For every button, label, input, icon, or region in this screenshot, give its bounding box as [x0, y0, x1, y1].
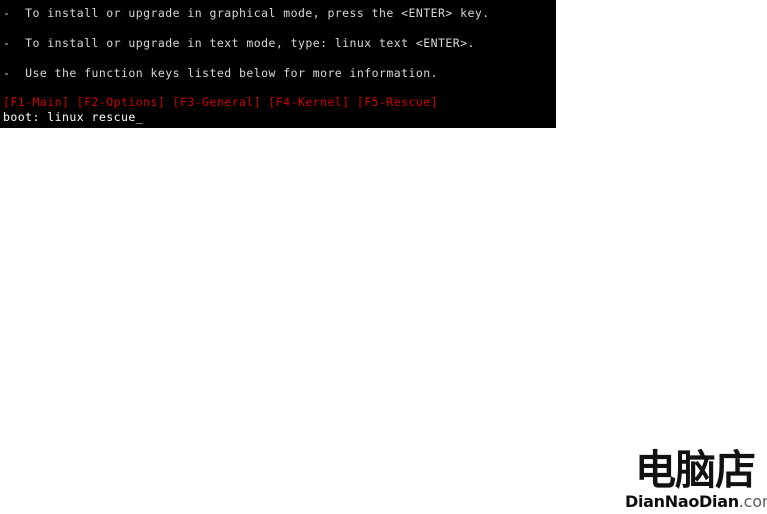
watermark-domain-tld: .com	[738, 492, 767, 511]
boot-option-function-keys-info: - Use the function keys listed below for…	[3, 66, 439, 80]
watermark-domain: DianNaoDian.com	[625, 492, 767, 511]
watermark-logo-text: 电脑店	[635, 446, 756, 494]
function-keys-bar[interactable]: [F1-Main] [F2-Options] [F3-General] [F4-…	[3, 96, 438, 109]
boot-option-graphical-mode: - To install or upgrade in graphical mod…	[3, 6, 490, 20]
watermark-domain-name: DianNaoDian	[625, 492, 739, 511]
site-watermark: 电脑店 DianNaoDian.com	[625, 446, 767, 511]
boot-prompt-line[interactable]: boot: linux rescue_	[3, 111, 143, 124]
boot-terminal-screen: - To install or upgrade in graphical mod…	[0, 0, 556, 128]
boot-option-text-mode: - To install or upgrade in text mode, ty…	[3, 36, 475, 50]
